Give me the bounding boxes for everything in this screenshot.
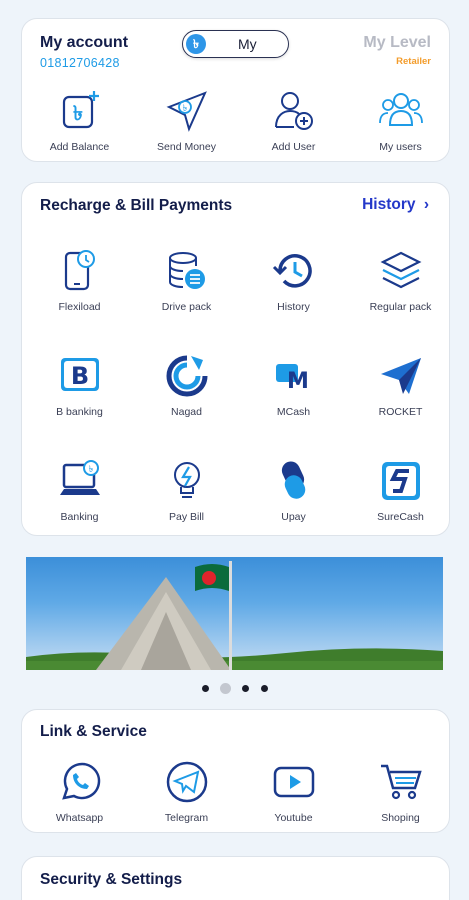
banking-label: Banking (60, 511, 99, 523)
chevron-right-icon: › (423, 196, 429, 213)
telegram-button[interactable]: Telegram (133, 760, 240, 840)
drive-pack-label: Drive pack (161, 301, 212, 313)
flexiload-icon (64, 250, 95, 291)
history-link-label: History (362, 196, 416, 213)
svg-text:M: M (287, 369, 309, 394)
mcash-button[interactable]: M MCash (240, 354, 347, 434)
flexiload-button[interactable]: Flexiload (26, 249, 133, 329)
promo-banner[interactable] (26, 557, 443, 670)
nagad-icon (166, 355, 207, 397)
send-money-button[interactable]: ৳ Send Money (133, 89, 240, 169)
upay-label: Upay (281, 511, 306, 523)
level-title: My Level (363, 34, 431, 51)
flexiload-label: Flexiload (58, 301, 101, 313)
history-icon (272, 254, 312, 288)
banking-button[interactable]: ৳ Banking (26, 459, 133, 539)
nagad-button[interactable]: Nagad (133, 354, 240, 434)
shopping-button[interactable]: Shoping (347, 760, 454, 840)
rocket-button[interactable]: ROCKET (347, 354, 454, 434)
account-title: My account (40, 34, 129, 51)
send-money-icon: ৳ (166, 91, 207, 132)
history-link[interactable]: History › (362, 196, 429, 214)
rocket-icon (380, 358, 421, 394)
national-memorial-image (26, 561, 443, 670)
banking-icon: ৳ (59, 460, 100, 495)
history-button[interactable]: History (240, 249, 347, 329)
mcash-icon: M (275, 364, 309, 394)
toggle-label: My (238, 36, 257, 52)
rocket-label: ROCKET (378, 406, 423, 418)
youtube-label: Youtube (274, 812, 313, 824)
carousel-dot[interactable] (202, 685, 209, 692)
carousel-indicator (0, 683, 469, 695)
add-user-label: Add User (271, 141, 316, 153)
nagad-label: Nagad (171, 406, 202, 418)
upay-icon (281, 461, 305, 499)
pay-bill-label: Pay Bill (168, 511, 204, 523)
svg-text:B: B (70, 362, 88, 390)
youtube-button[interactable]: Youtube (240, 760, 347, 840)
regular-pack-button[interactable]: Regular pack (347, 249, 454, 329)
add-user-button[interactable]: Add User (240, 89, 347, 169)
regular-pack-icon (380, 251, 421, 289)
carousel-dot[interactable] (242, 685, 249, 692)
recharge-title: Recharge & Bill Payments (40, 197, 233, 214)
mcash-label: MCash (276, 406, 311, 418)
surecash-label: SureCash (377, 511, 424, 523)
svg-text:৳: ৳ (88, 465, 93, 475)
link-service-title: Link & Service (40, 723, 147, 740)
telegram-label: Telegram (164, 812, 209, 824)
regular-pack-label: Regular pack (369, 301, 432, 313)
surecash-button[interactable]: SureCash (347, 459, 454, 539)
shopping-cart-icon (380, 764, 422, 800)
whatsapp-label: Whatsapp (55, 812, 104, 824)
drive-pack-icon (168, 252, 205, 289)
account-phone: 01812706428 (40, 56, 120, 70)
pay-bill-button[interactable]: Pay Bill (133, 459, 240, 539)
b-banking-label: B banking (56, 406, 103, 418)
add-user-icon (274, 92, 313, 130)
b-banking-icon: B (60, 358, 99, 391)
whatsapp-icon (61, 762, 100, 800)
level-value: Retailer (396, 56, 431, 67)
add-balance-button[interactable]: ৳ Add Balance (26, 89, 133, 169)
carousel-dot[interactable] (261, 685, 268, 692)
svg-text:৳: ৳ (73, 101, 83, 125)
telegram-icon (166, 761, 207, 803)
my-users-label: My users (379, 141, 422, 153)
shopping-label: Shoping (381, 812, 420, 824)
security-settings-card[interactable]: Security & Settings (21, 856, 450, 900)
link-service-card: Link & Service Whatsapp Telegram Youtube (21, 709, 450, 833)
b-banking-button[interactable]: B B banking (26, 354, 133, 434)
taka-icon: ৳ (186, 34, 206, 54)
whatsapp-button[interactable]: Whatsapp (26, 760, 133, 840)
account-card: My account 01812706428 ৳ My My Level Ret… (21, 18, 450, 162)
send-money-label: Send Money (157, 141, 216, 153)
add-balance-label: Add Balance (49, 141, 110, 153)
upay-button[interactable]: Upay (240, 459, 347, 539)
security-settings-title: Security & Settings (40, 871, 183, 888)
svg-text:৳: ৳ (182, 104, 187, 114)
youtube-icon (273, 766, 314, 798)
carousel-dot-active[interactable] (220, 683, 231, 694)
surecash-icon (381, 462, 420, 500)
account-toggle[interactable]: ৳ My (182, 30, 289, 58)
my-users-button[interactable]: My users (347, 89, 454, 169)
my-users-icon (378, 93, 423, 126)
recharge-card: Recharge & Bill Payments History › Flexi… (21, 182, 450, 536)
drive-pack-button[interactable]: Drive pack (133, 249, 240, 329)
add-balance-icon: ৳ (62, 91, 99, 129)
history-label: History (277, 301, 310, 313)
pay-bill-icon (173, 462, 200, 498)
